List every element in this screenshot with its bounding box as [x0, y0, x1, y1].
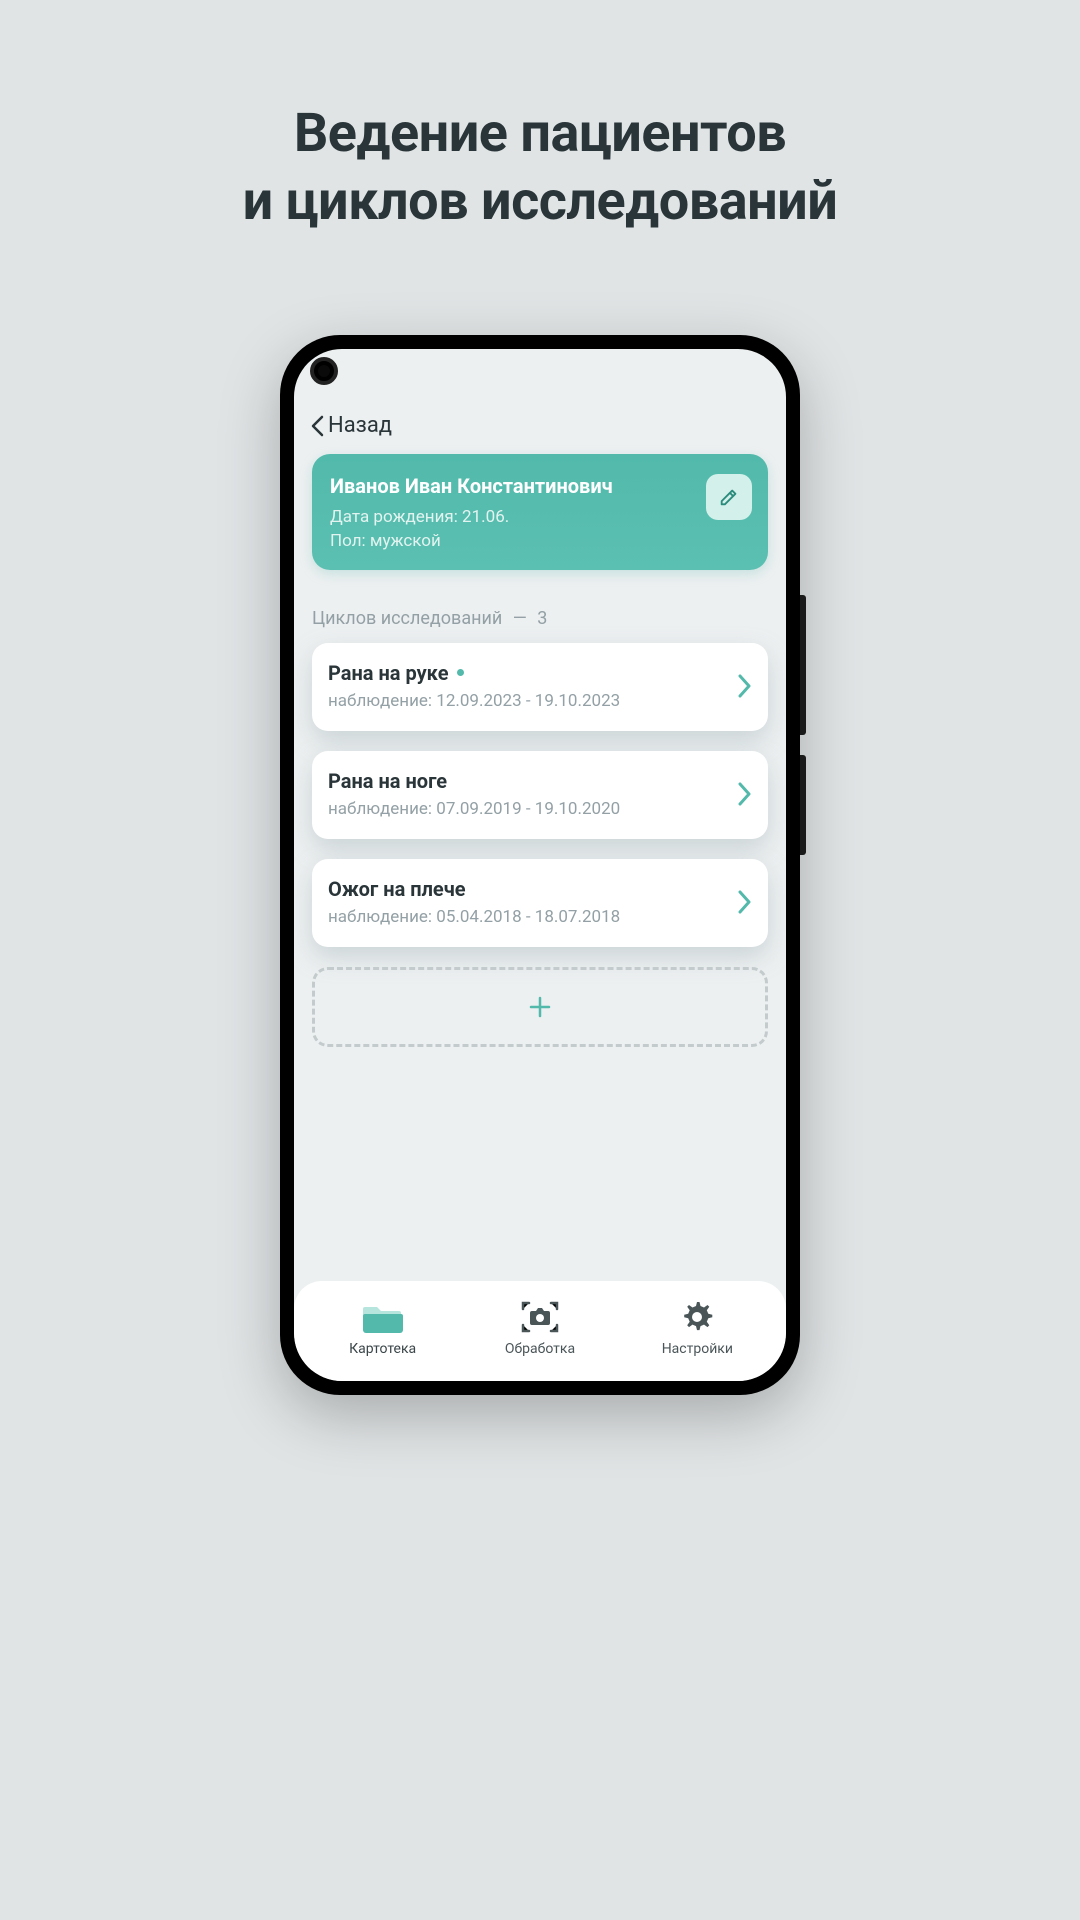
status-bar-spacer [294, 349, 786, 405]
nav-label: Обработка [505, 1341, 575, 1357]
pencil-icon [718, 486, 740, 508]
back-button[interactable]: Назад [294, 405, 786, 442]
cycle-subtitle: наблюдение: 05.04.2018 - 18.07.2018 [328, 907, 738, 927]
folder-icon [363, 1301, 403, 1335]
cycles-section-label: Циклов исследований — 3 [312, 608, 768, 629]
cycle-subtitle: наблюдение: 07.09.2019 - 19.10.2020 [328, 799, 738, 819]
nav-tab-cards[interactable]: Картотека [305, 1301, 461, 1357]
patient-name: Иванов Иван Константинович [330, 474, 750, 498]
page-headline: Ведение пациентови циклов исследований [243, 100, 838, 235]
patient-dob: Дата рождения: 21.06. [330, 506, 750, 530]
nav-label: Картотека [349, 1341, 416, 1357]
chevron-right-icon [738, 889, 752, 915]
phone-camera [310, 357, 338, 385]
cycle-title: Рана на руке [328, 661, 738, 685]
plus-icon [525, 992, 555, 1022]
cycle-title: Ожог на плече [328, 877, 738, 901]
chevron-right-icon [738, 781, 752, 807]
app-screen: Назад Иванов Иван Константинович Дата ро… [294, 349, 786, 1381]
active-dot-icon [457, 669, 464, 676]
patient-gender: Пол: мужской [330, 530, 750, 554]
cycle-title: Рана на ноге [328, 769, 738, 793]
nav-tab-processing[interactable]: Обработка [462, 1299, 618, 1357]
cycle-card[interactable]: Ожог на плече наблюдение: 05.04.2018 - 18… [312, 859, 768, 947]
phone-mockup: Назад Иванов Иван Константинович Дата ро… [280, 335, 800, 1395]
cycle-card[interactable]: Рана на ноге наблюдение: 07.09.2019 - 19.… [312, 751, 768, 839]
chevron-right-icon [738, 673, 752, 699]
nav-label: Настройки [662, 1341, 733, 1357]
nav-tab-settings[interactable]: Настройки [619, 1299, 775, 1357]
cycle-card[interactable]: Рана на руке наблюдение: 12.09.2023 - 19.… [312, 643, 768, 731]
scan-camera-icon [520, 1299, 560, 1335]
bottom-nav: Картотека Обработка [294, 1281, 786, 1381]
phone-side-button [800, 595, 806, 735]
gear-icon [679, 1299, 715, 1335]
add-cycle-button[interactable] [312, 967, 768, 1047]
back-label: Назад [328, 413, 392, 438]
chevron-left-icon [310, 415, 324, 437]
edit-patient-button[interactable] [706, 474, 752, 520]
content-area: Иванов Иван Константинович Дата рождения… [294, 442, 786, 1281]
cycle-subtitle: наблюдение: 12.09.2023 - 19.10.2023 [328, 691, 738, 711]
phone-side-button [800, 755, 806, 855]
patient-card[interactable]: Иванов Иван Константинович Дата рождения… [312, 454, 768, 570]
